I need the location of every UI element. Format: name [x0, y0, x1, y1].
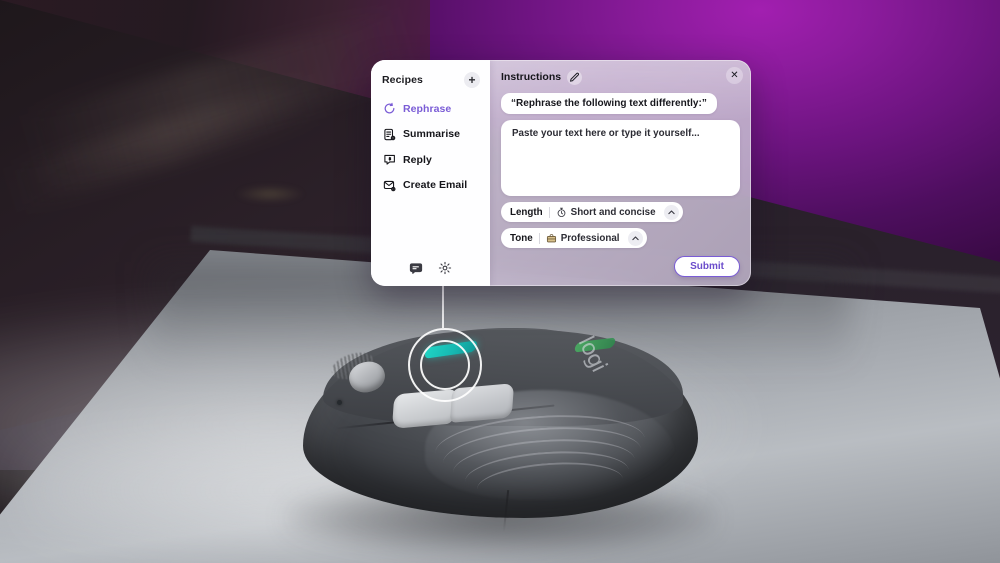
ai-prompt-builder-panel: Recipes + Rephrase Summarise Reply Creat… [371, 60, 751, 286]
instructions-title: Instructions [501, 71, 562, 83]
summarise-icon [382, 127, 396, 141]
length-control-row: Length Short and concise [501, 202, 740, 222]
chevron-up-icon[interactable] [627, 230, 643, 246]
recipes-title: Recipes [382, 74, 423, 86]
sidebar-item-label: Summarise [403, 128, 461, 140]
source-text-input[interactable]: Paste your text here or type it yourself… [501, 120, 740, 196]
divider [548, 206, 550, 218]
length-dropdown[interactable]: Length Short and concise [501, 202, 683, 222]
sidebar-item-label: Rephrase [403, 102, 452, 115]
stopwatch-icon [556, 207, 567, 218]
tone-dropdown[interactable]: Tone Professional [501, 228, 647, 248]
instructions-pane: Instructions ✕ “Rephrase the following t… [490, 60, 751, 286]
tone-value-text: Professional [560, 232, 620, 244]
screenshot-stage: logi Recipes + Rephrase Summarise Reply … [0, 0, 1000, 563]
mouse-led-indicator [337, 400, 342, 405]
instructions-header: Instructions [501, 69, 740, 85]
recipes-sidebar: Recipes + Rephrase Summarise Reply Creat… [371, 60, 490, 286]
desk-texture-spot [235, 185, 305, 203]
length-value: Short and concise [556, 207, 656, 218]
computer-mouse: logi [275, 320, 725, 560]
source-text-placeholder: Paste your text here or type it yourself… [512, 128, 700, 139]
length-label: Length [510, 206, 543, 218]
rephrase-icon [382, 102, 396, 116]
sidebar-item-summarise[interactable]: Summarise [382, 126, 490, 143]
recipes-header: Recipes + [371, 70, 490, 90]
reply-icon [382, 153, 396, 167]
divider [538, 232, 540, 244]
tone-value: Professional [546, 233, 620, 244]
callout-connector-line [442, 284, 444, 328]
submit-row: Submit [674, 256, 740, 277]
sidebar-item-reply[interactable]: Reply [382, 151, 490, 168]
tone-control-row: Tone Professional [501, 228, 740, 248]
add-recipe-button[interactable]: + [464, 72, 480, 88]
chevron-up-icon[interactable] [663, 204, 679, 220]
sidebar-item-create-email[interactable]: Create Email [382, 177, 490, 194]
prompt-template-field[interactable]: “Rephrase the following text differently… [501, 93, 717, 114]
sidebar-footer [371, 260, 490, 286]
submit-button[interactable]: Submit [674, 256, 740, 277]
sidebar-item-rephrase[interactable]: Rephrase [382, 100, 490, 117]
pencil-icon[interactable] [567, 69, 583, 85]
close-panel-button[interactable]: ✕ [726, 67, 743, 84]
recipes-list: Rephrase Summarise Reply Create Email [371, 100, 490, 194]
settings-gear-icon[interactable] [438, 260, 453, 275]
length-value-text: Short and concise [570, 206, 656, 218]
callout-ring-inner [420, 340, 470, 390]
sidebar-item-label: Reply [403, 153, 432, 166]
briefcase-icon [546, 233, 557, 244]
sidebar-item-label: Create Email [403, 179, 468, 191]
feedback-icon[interactable] [409, 260, 424, 275]
tone-label: Tone [510, 232, 533, 244]
create-email-icon [382, 178, 396, 192]
